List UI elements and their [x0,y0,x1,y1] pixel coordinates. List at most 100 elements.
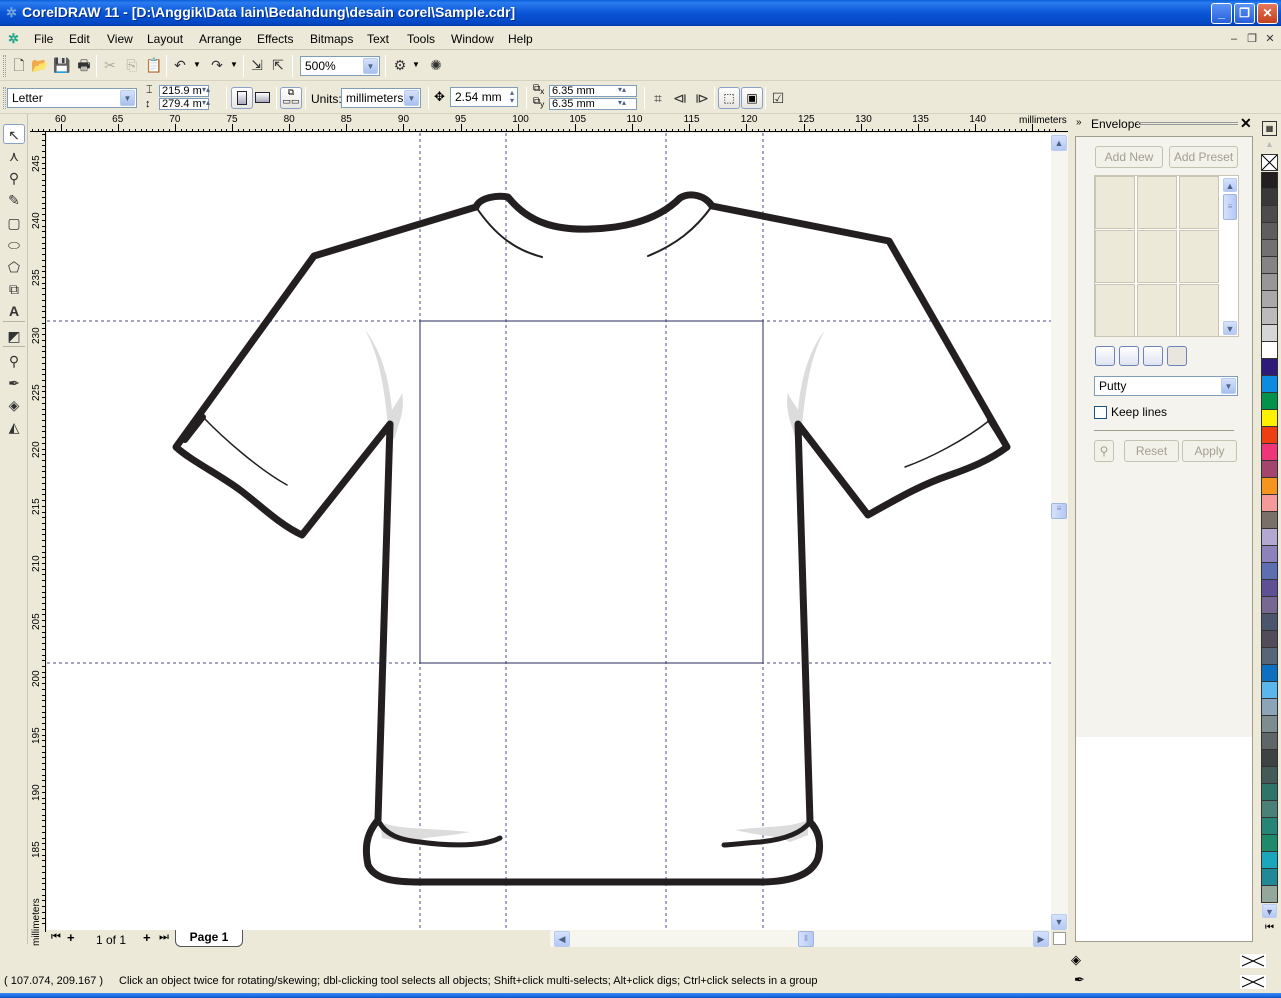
menu-effects[interactable]: Effects [257,32,293,46]
basic-shapes-tool[interactable]: ⧉ [3,279,25,299]
toolbar-grip[interactable] [3,87,6,109]
no-color-swatch[interactable] [1261,154,1278,171]
color-swatch[interactable] [1261,410,1278,427]
menu-help[interactable]: Help [508,32,533,46]
color-swatch[interactable] [1261,376,1278,393]
draw-object-button[interactable]: ▣ [741,87,763,109]
color-swatch[interactable] [1261,444,1278,461]
color-swatch[interactable] [1261,563,1278,580]
color-swatch[interactable] [1261,308,1278,325]
menu-tools[interactable]: Tools [407,32,435,46]
scroll-right-button[interactable]: ▶ [1033,931,1049,947]
color-swatch[interactable] [1261,274,1278,291]
paper-width-spinner[interactable]: ▾▴ [202,85,210,95]
menu-text[interactable]: Text [367,32,389,46]
options-icon[interactable]: ☑ [768,88,788,108]
preset-thumbnail[interactable] [1095,284,1135,337]
add-page-before-button[interactable]: + [67,930,75,945]
fill-color-none[interactable] [1240,954,1266,968]
first-page-button[interactable]: ⏮ [51,931,61,944]
reset-button[interactable]: Reset [1124,440,1179,462]
launcher-dropdown-icon[interactable]: ▼ [412,60,420,69]
color-swatch[interactable] [1261,206,1278,223]
color-swatch[interactable] [1261,767,1278,784]
palette-last-icon[interactable]: ⏮ [1265,922,1274,933]
drawing-canvas[interactable] [47,133,1051,930]
add-preset-button[interactable]: Add Preset [1169,146,1238,168]
freehand-tool[interactable]: ✎ [3,190,25,210]
outline-color-none[interactable] [1240,975,1266,989]
color-swatch[interactable] [1261,580,1278,597]
color-swatch[interactable] [1261,597,1278,614]
gallery-scroll-down[interactable]: ▼ [1223,321,1237,335]
color-swatch[interactable] [1261,716,1278,733]
new-icon[interactable]: 🗋 [9,55,29,75]
undo-dropdown-icon[interactable]: ▼ [193,60,201,69]
color-swatch[interactable] [1261,512,1278,529]
preset-thumbnail[interactable] [1137,230,1177,283]
outline-tool[interactable]: ✒ [3,373,25,393]
copy-icon[interactable]: ⎘ [122,55,142,75]
color-swatch[interactable] [1261,733,1278,750]
palette-options-icon[interactable]: ▦ [1262,121,1277,136]
menu-layout[interactable]: Layout [147,32,183,46]
tab-page-1[interactable]: Page 1 [175,930,243,947]
save-icon[interactable]: 💾 [52,55,72,75]
horizontal-scroll-thumb[interactable]: ⦀ [798,931,814,947]
last-page-button[interactable]: ⏭ [159,931,169,944]
doc-restore-button[interactable]: ❐ [1244,32,1260,46]
keep-lines-checkbox[interactable] [1094,406,1107,419]
scroll-down-button[interactable]: ▼ [1051,914,1067,930]
color-swatch[interactable] [1261,801,1278,818]
color-swatch[interactable] [1261,325,1278,342]
ellipse-tool[interactable]: ⬭ [3,235,25,255]
add-page-after-button[interactable]: + [143,930,151,945]
vertical-ruler[interactable]: 245 240 235 230 225 220 215 210 205 200 195 190 185 [30,132,46,932]
snap-to-objects-icon[interactable]: ⧐ [692,88,712,108]
redo-dropdown-icon[interactable]: ▼ [230,60,238,69]
color-swatch[interactable] [1261,478,1278,495]
gallery-scroll-up[interactable]: ▲ [1223,178,1237,192]
color-swatch[interactable] [1261,648,1278,665]
close-button[interactable]: ✕ [1257,3,1278,24]
corel-online-icon[interactable]: ✺ [426,55,446,75]
color-swatch[interactable] [1261,495,1278,512]
interactive-tool[interactable]: ◩ [3,326,25,346]
zoom-level-dropdown[interactable]: 500% ▼ [300,56,380,76]
toolbar-grip[interactable] [3,55,6,77]
vertical-scroll-thumb[interactable]: ≡ [1051,503,1067,519]
menu-bitmaps[interactable]: Bitmaps [310,32,353,46]
palette-scroll-up[interactable]: ▲ [1262,139,1277,153]
document-icon[interactable]: ✲ [8,31,19,47]
docker-collapse-icon[interactable]: » [1076,117,1082,128]
chevron-down-icon[interactable]: ▼ [404,90,419,106]
shape-tool[interactable]: ⋏ [3,146,25,166]
paste-icon[interactable]: 📋 [144,55,164,75]
preset-thumbnail[interactable] [1137,176,1177,229]
horizontal-scrollbar[interactable]: ◀ ⦀ ▶ [550,930,1051,947]
color-swatch[interactable] [1261,342,1278,359]
mapping-mode-dropdown[interactable]: Putty ▼ [1094,376,1238,396]
redo-icon[interactable]: ↷ [207,55,227,75]
paper-size-dropdown[interactable]: Letter ▼ [7,88,137,108]
color-swatch[interactable] [1261,852,1278,869]
preset-thumbnail[interactable] [1179,176,1219,229]
scroll-left-button[interactable]: ◀ [554,931,570,947]
color-swatch[interactable] [1261,614,1278,631]
import-icon[interactable]: ⇲ [247,55,267,75]
color-swatch[interactable] [1261,529,1278,546]
preset-thumbnail[interactable] [1095,230,1135,283]
chevron-down-icon[interactable]: ▼ [120,90,135,106]
cut-icon[interactable]: ✂ [100,55,120,75]
landscape-button[interactable] [255,92,270,103]
color-swatch[interactable] [1261,427,1278,444]
docker-grip[interactable] [1138,122,1238,125]
color-swatch[interactable] [1261,189,1278,206]
color-swatch[interactable] [1261,240,1278,257]
doc-minimize-button[interactable]: – [1226,32,1242,46]
text-tool[interactable]: A [3,301,25,321]
docker-close-button[interactable]: ✕ [1240,115,1252,132]
duplicate-y-spinner[interactable]: ▾▴ [618,98,626,108]
interactive-fill-tool[interactable]: ◭ [3,417,25,437]
print-icon[interactable]: 🖶 [74,55,94,75]
